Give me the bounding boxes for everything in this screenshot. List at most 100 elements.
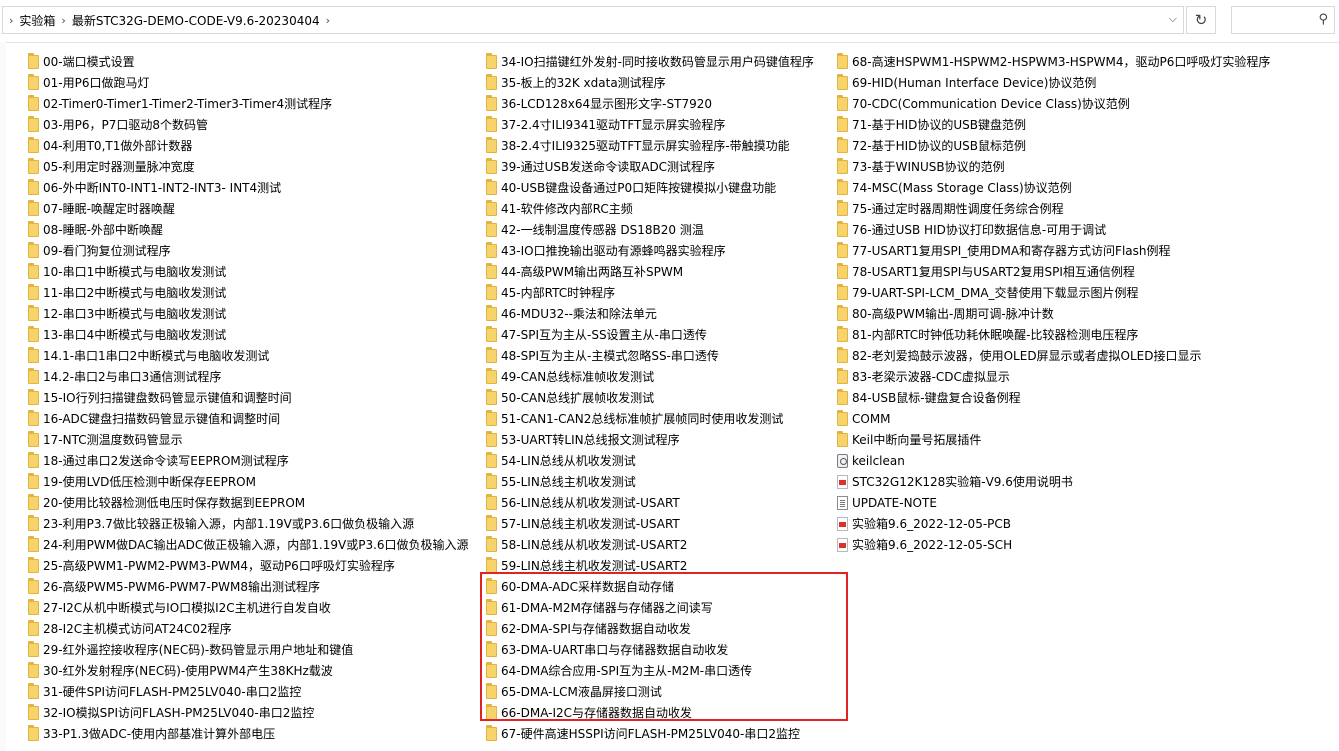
file-item[interactable]: 50-CAN总线扩展帧收发测试 — [486, 387, 654, 408]
file-item-label: 13-串口4中断模式与电脑收发测试 — [43, 328, 227, 342]
breadcrumb-root[interactable]: 实验箱 — [19, 12, 55, 29]
address-bar[interactable]: › 实验箱 › 最新STC32G-DEMO-CODE-V9.6-20230404… — [2, 6, 1184, 34]
file-item[interactable]: 81-内部RTC时钟低功耗休眠唤醒-比较器检测电压程序 — [837, 324, 1138, 345]
file-item[interactable]: 17-NTC测温度数码管显示 — [28, 429, 183, 450]
file-item[interactable]: 76-通过USB HID协议打印数据信息-可用于调试 — [837, 219, 1106, 240]
file-item[interactable]: 77-USART1复用SPI_使用DMA和寄存器方式访问Flash例程 — [837, 240, 1171, 261]
folder-icon — [837, 115, 848, 132]
file-item[interactable]: 47-SPI互为主从-SS设置主从-串口透传 — [486, 324, 707, 345]
file-item[interactable]: 41-软件修改内部RC主频 — [486, 198, 633, 219]
file-item[interactable]: 实验箱9.6_2022-12-05-SCH — [837, 534, 1012, 555]
file-item[interactable]: 46-MDU32--乘法和除法单元 — [486, 303, 657, 324]
file-item[interactable]: 57-LIN总线主机收发测试-USART — [486, 513, 680, 534]
folder-icon — [28, 94, 39, 111]
file-item[interactable]: 82-老刘爱捣鼓示波器，使用OLED屏显示或者虚拟OLED接口显示 — [837, 345, 1202, 366]
file-item[interactable]: 33-P1.3做ADC-使用内部基准计算外部电压 — [28, 723, 275, 744]
file-item[interactable]: 79-UART-SPI-LCM_DMA_交替使用下载显示图片例程 — [837, 282, 1139, 303]
file-item[interactable]: COMM — [837, 408, 891, 429]
file-item[interactable]: 09-看门狗复位测试程序 — [28, 240, 171, 261]
file-item[interactable]: 59-LIN总线主机收发测试-USART2 — [486, 555, 687, 576]
file-item[interactable]: 60-DMA-ADC采样数据自动存储 — [486, 576, 674, 597]
search-input[interactable]: ⚲ — [1231, 6, 1335, 34]
file-item[interactable]: 31-硬件SPI访问FLASH-PM25LV040-串口2监控 — [28, 681, 301, 702]
address-dropdown-icon[interactable]: ⌵ — [1169, 12, 1177, 26]
file-item[interactable]: 25-高级PWM1-PWM2-PWM3-PWM4，驱动P6口呼吸灯实验程序 — [28, 555, 395, 576]
file-item[interactable]: 65-DMA-LCM液晶屏接口测试 — [486, 681, 662, 702]
file-item[interactable]: 83-老梁示波器-CDC虚拟显示 — [837, 366, 1010, 387]
refresh-button[interactable]: ↻ — [1186, 6, 1216, 34]
file-item[interactable]: 68-高速HSPWM1-HSPWM2-HSPWM3-HSPWM4，驱动P6口呼吸… — [837, 51, 1270, 72]
file-item[interactable]: 15-IO行列扫描键盘数码管显示键值和调整时间 — [28, 387, 292, 408]
file-item[interactable]: 80-高级PWM输出-周期可调-脉冲计数 — [837, 303, 1054, 324]
file-item[interactable]: 74-MSC(Mass Storage Class)协议范例 — [837, 177, 1072, 198]
file-item[interactable]: 01-用P6口做跑马灯 — [28, 72, 149, 93]
file-item[interactable]: keilclean — [837, 450, 905, 471]
file-item[interactable]: 18-通过串口2发送命令读写EEPROM测试程序 — [28, 450, 289, 471]
file-item[interactable]: 26-高级PWM5-PWM6-PWM7-PWM8输出测试程序 — [28, 576, 320, 597]
file-item[interactable]: 54-LIN总线从机收发测试 — [486, 450, 636, 471]
file-item[interactable]: 44-高级PWM输出两路互补SPWM — [486, 261, 683, 282]
file-item[interactable]: 12-串口3中断模式与电脑收发测试 — [28, 303, 226, 324]
breadcrumb-current[interactable]: 最新STC32G-DEMO-CODE-V9.6-20230404 — [72, 12, 320, 29]
file-item[interactable]: 58-LIN总线从机收发测试-USART2 — [486, 534, 687, 555]
file-item[interactable]: 38-2.4寸ILI9325驱动TFT显示屏实验程序-带触摸功能 — [486, 135, 790, 156]
file-item[interactable]: 48-SPI互为主从-主模式忽略SS-串口透传 — [486, 345, 719, 366]
file-item[interactable]: 56-LIN总线从机收发测试-USART — [486, 492, 680, 513]
file-item[interactable]: 39-通过USB发送命令读取ADC测试程序 — [486, 156, 715, 177]
file-item[interactable]: 24-利用PWM做DAC输出ADC做正极输入源，内部1.19V或P3.6口做负极… — [28, 534, 469, 555]
file-item[interactable]: 14.1-串口1串口2中断模式与电脑收发测试 — [28, 345, 269, 366]
file-item[interactable]: 04-利用T0,T1做外部计数器 — [28, 135, 192, 156]
file-item[interactable]: 84-USB鼠标-键盘复合设备例程 — [837, 387, 1021, 408]
file-item[interactable]: 实验箱9.6_2022-12-05-PCB — [837, 513, 1011, 534]
file-item[interactable]: STC32G12K128实验箱-V9.6使用说明书 — [837, 471, 1073, 492]
file-item[interactable]: 32-IO模拟SPI访问FLASH-PM25LV040-串口2监控 — [28, 702, 314, 723]
file-item[interactable]: 19-使用LVD低压检测中断保存EEPROM — [28, 471, 256, 492]
file-item[interactable]: 14.2-串口2与串口3通信测试程序 — [28, 366, 221, 387]
file-item[interactable]: 42-一线制温度传感器 DS18B20 测温 — [486, 219, 704, 240]
file-item[interactable]: 62-DMA-SPI与存储器数据自动收发 — [486, 618, 691, 639]
file-item[interactable]: 07-睡眠-唤醒定时器唤醒 — [28, 198, 175, 219]
file-item[interactable]: UPDATE-NOTE — [837, 492, 937, 513]
file-item[interactable]: 72-基于HID协议的USB鼠标范例 — [837, 135, 1026, 156]
file-item[interactable]: 29-红外遥控接收程序(NEC码)-数码管显示用户地址和键值 — [28, 639, 353, 660]
file-item[interactable]: 20-使用比较器检测低电压时保存数据到EEPROM — [28, 492, 305, 513]
file-item[interactable]: 66-DMA-I2C与存储器数据自动收发 — [486, 702, 692, 723]
file-item[interactable]: 23-利用P3.7做比较器正极输入源，内部1.19V或P3.6口做负极输入源 — [28, 513, 414, 534]
file-item[interactable]: 43-IO口推挽输出驱动有源蜂鸣器实验程序 — [486, 240, 726, 261]
file-item[interactable]: 40-USB键盘设备通过P0口矩阵按键模拟小键盘功能 — [486, 177, 776, 198]
file-item[interactable]: 51-CAN1-CAN2总线标准帧扩展帧同时使用收发测试 — [486, 408, 783, 429]
file-item[interactable]: 70-CDC(Communication Device Class)协议范例 — [837, 93, 1130, 114]
file-item[interactable]: 36-LCD128x64显示图形文字-ST7920 — [486, 93, 712, 114]
file-item[interactable]: 67-硬件高速HSSPI访问FLASH-PM25LV040-串口2监控 — [486, 723, 800, 744]
file-item[interactable]: 49-CAN总线标准帧收发测试 — [486, 366, 654, 387]
file-item[interactable]: 34-IO扫描键红外发射-同时接收数码管显示用户码键值程序 — [486, 51, 814, 72]
file-item[interactable]: 37-2.4寸ILI9341驱动TFT显示屏实验程序 — [486, 114, 725, 135]
file-item[interactable]: 13-串口4中断模式与电脑收发测试 — [28, 324, 226, 345]
file-item[interactable]: 71-基于HID协议的USB键盘范例 — [837, 114, 1026, 135]
file-item[interactable]: 11-串口2中断模式与电脑收发测试 — [28, 282, 226, 303]
file-item[interactable]: 08-睡眠-外部中断唤醒 — [28, 219, 163, 240]
file-item[interactable]: 27-I2C从机中断模式与IO口模拟I2C主机进行自发自收 — [28, 597, 331, 618]
file-item[interactable]: 05-利用定时器测量脉冲宽度 — [28, 156, 195, 177]
file-item[interactable]: 61-DMA-M2M存储器与存储器之间读写 — [486, 597, 713, 618]
file-item[interactable]: 10-串口1中断模式与电脑收发测试 — [28, 261, 226, 282]
file-item[interactable]: 02-Timer0-Timer1-Timer2-Timer3-Timer4测试程… — [28, 93, 332, 114]
file-item[interactable]: 03-用P6，P7口驱动8个数码管 — [28, 114, 208, 135]
file-item[interactable]: 53-UART转LIN总线报文测试程序 — [486, 429, 680, 450]
file-item[interactable]: Keil中断向量号拓展插件 — [837, 429, 981, 450]
file-item[interactable]: 78-USART1复用SPI与USART2复用SPI相互通信例程 — [837, 261, 1135, 282]
file-item[interactable]: 45-内部RTC时钟程序 — [486, 282, 615, 303]
file-item[interactable]: 16-ADC键盘扫描数码管显示键值和调整时间 — [28, 408, 280, 429]
file-item[interactable]: 35-板上的32K xdata测试程序 — [486, 72, 666, 93]
file-item[interactable]: 30-红外发射程序(NEC码)-使用PWM4产生38KHz载波 — [28, 660, 333, 681]
file-item[interactable]: 00-端口模式设置 — [28, 51, 135, 72]
file-item[interactable]: 75-通过定时器周期性调度任务综合例程 — [837, 198, 1064, 219]
file-item-label: 18-通过串口2发送命令读写EEPROM测试程序 — [43, 454, 289, 468]
file-item[interactable]: 69-HID(Human Interface Device)协议范例 — [837, 72, 1096, 93]
file-item[interactable]: 64-DMA综合应用-SPI互为主从-M2M-串口透传 — [486, 660, 752, 681]
file-item[interactable]: 28-I2C主机模式访问AT24C02程序 — [28, 618, 232, 639]
file-item[interactable]: 06-外中断INT0-INT1-INT2-INT3- INT4测试 — [28, 177, 281, 198]
file-item[interactable]: 73-基于WINUSB协议的范例 — [837, 156, 1005, 177]
file-item[interactable]: 63-DMA-UART串口与存储器数据自动收发 — [486, 639, 728, 660]
file-item[interactable]: 55-LIN总线主机收发测试 — [486, 471, 636, 492]
